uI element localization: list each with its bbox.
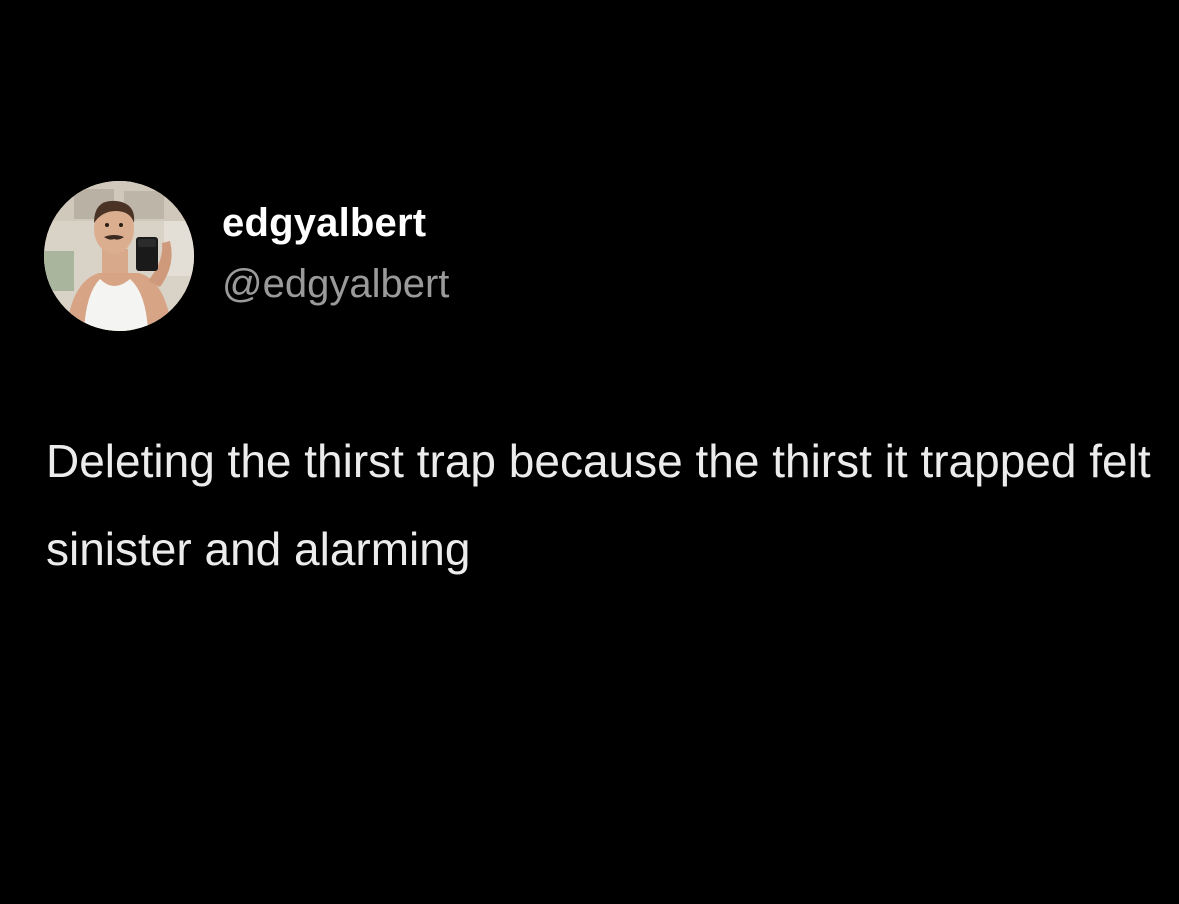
avatar[interactable] xyxy=(44,181,194,331)
tweet-card: edgyalbert @edgyalbert Deleting the thir… xyxy=(0,0,1179,904)
tweet-text: Deleting the thirst trap because the thi… xyxy=(46,435,1151,575)
user-handle[interactable]: @edgyalbert xyxy=(222,262,449,307)
display-name[interactable]: edgyalbert xyxy=(222,201,426,246)
profile-photo-icon xyxy=(44,181,194,331)
